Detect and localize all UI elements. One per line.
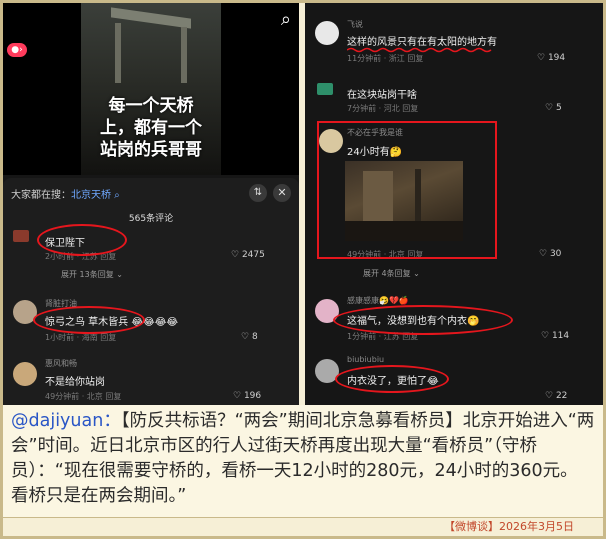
like-count: 30: [549, 249, 562, 259]
like-button[interactable]: ♡ 22: [545, 391, 567, 401]
like-count: 22: [555, 391, 568, 401]
heart-icon: ♡: [537, 53, 546, 63]
comment-text: 不是给你站岗: [45, 377, 105, 388]
left-screenshot: 每一个天桥 上，都有一个 站岗的兵哥哥 ⌕ ●› 大家都在搜：北京天桥 ⌕ ⇅ …: [3, 3, 299, 405]
comment-sheet: 大家都在搜：北京天桥 ⌕ ⇅ ✕ 565条评论 保卫陛下 2小时前 · 江苏 回…: [3, 178, 299, 405]
like-button[interactable]: ♡ 8: [241, 332, 258, 342]
avatar[interactable]: [317, 83, 333, 95]
highlight-ring: [37, 224, 127, 256]
highlight-box: [317, 121, 497, 259]
comment-username[interactable]: 惠风和畅: [45, 358, 77, 369]
comment-count: 565条评论: [128, 214, 174, 224]
like-count: 5: [555, 103, 562, 113]
video-caption-line: 站岗的兵哥哥: [100, 140, 202, 160]
video-scene: 每一个天桥 上，都有一个 站岗的兵哥哥: [81, 3, 221, 175]
expand-replies[interactable]: 展开 4条回复 ⌄: [363, 268, 420, 279]
suggested-search[interactable]: 大家都在搜：北京天桥 ⌕: [11, 186, 120, 201]
pillar: [115, 23, 121, 83]
like-button[interactable]: ♡ 114: [541, 331, 569, 341]
avatar[interactable]: [13, 362, 37, 386]
video-player[interactable]: 每一个天桥 上，都有一个 站岗的兵哥哥 ⌕ ●›: [3, 3, 299, 175]
source-footer: 【微博谈】2026年3月5日: [444, 520, 574, 533]
heart-icon: ♡: [541, 331, 550, 341]
highlight-ring: [33, 306, 145, 334]
search-icon: ⌕: [111, 190, 120, 201]
heart-icon: ♡: [545, 391, 554, 401]
search-term-link[interactable]: 北京天桥: [71, 190, 111, 201]
author-handle-link[interactable]: @dajiyuan：: [11, 411, 121, 431]
comment-meta[interactable]: 49分钟前 · 北京 回复: [45, 391, 121, 402]
search-prefix: 大家都在搜：: [11, 190, 71, 201]
expand-replies[interactable]: 展开 13条回复 ⌄: [61, 269, 123, 280]
filter-icon[interactable]: ⇅: [249, 184, 267, 202]
like-count: 114: [551, 331, 570, 341]
heart-icon: ♡: [241, 332, 250, 342]
search-icon[interactable]: ⌕: [281, 9, 291, 30]
like-button[interactable]: ♡ 194: [537, 53, 565, 63]
like-count: 196: [243, 391, 262, 401]
comment-meta[interactable]: 7分钟前 · 河北 回复: [347, 103, 418, 114]
video-caption-line: 上，都有一个: [100, 118, 202, 138]
like-count: 194: [547, 53, 566, 63]
like-button[interactable]: ♡ 2475: [231, 250, 265, 260]
comment-text: 在这块站岗干啥: [347, 90, 417, 101]
like-count: 2475: [241, 250, 265, 260]
post-caption: @dajiyuan：【防反共标语？“两会”期间北京急募看桥员】北京开始进入“两会…: [3, 405, 603, 517]
comment-username[interactable]: 飞说: [347, 19, 363, 30]
pillar: [181, 27, 187, 83]
close-icon[interactable]: ✕: [273, 184, 291, 202]
comment-username[interactable]: 感康感康🤧💔🍎: [347, 295, 409, 306]
right-screenshot: 飞说 这样的风景只有在有太阳的地方有 11分钟前 · 浙江 回复 ♡ 194 在…: [305, 3, 603, 405]
like-button[interactable]: ♡ 30: [539, 249, 561, 259]
like-button[interactable]: ♡ 5: [545, 103, 562, 113]
wavy-underline: [347, 47, 492, 53]
heart-icon: ♡: [539, 249, 548, 259]
comment-username[interactable]: biubiubiu: [347, 355, 384, 364]
highlight-ring: [333, 305, 513, 335]
like-button[interactable]: ♡ 196: [233, 391, 261, 401]
heart-icon: ♡: [231, 250, 240, 260]
like-count: 8: [251, 332, 258, 342]
highlight-ring: [335, 365, 449, 393]
avatar[interactable]: [315, 21, 339, 45]
heart-icon: ♡: [545, 103, 554, 113]
comment-text: 这样的风景只有在有太阳的地方有: [347, 37, 497, 48]
comment-meta[interactable]: 11分钟前 · 浙江 回复: [347, 53, 423, 64]
app-badge-icon[interactable]: ●›: [7, 43, 27, 57]
video-caption-line: 每一个天桥: [108, 96, 194, 116]
avatar[interactable]: [13, 230, 29, 242]
heart-icon: ♡: [233, 391, 242, 401]
bridge-shape: [111, 7, 191, 29]
